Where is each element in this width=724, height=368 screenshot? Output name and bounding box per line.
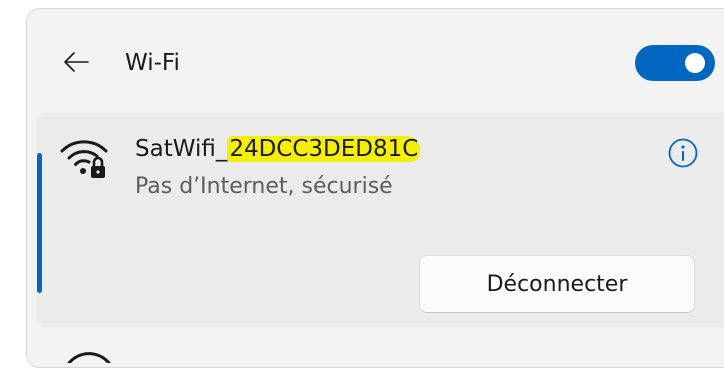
network-item-connected[interactable]: SatWifi_24DCC3DED81C Pas d’Internet, séc… <box>37 113 724 327</box>
page-title: Wi-Fi <box>125 50 180 76</box>
back-button[interactable] <box>59 45 93 79</box>
info-icon <box>668 138 698 168</box>
arrow-left-icon <box>64 52 89 72</box>
wifi-secured-icon <box>60 140 108 178</box>
wifi-toggle[interactable] <box>635 45 715 81</box>
ssid-prefix: SatWifi_ <box>135 136 228 162</box>
wifi-icon <box>67 352 111 363</box>
network-status: Pas d’Internet, sécurisé <box>135 174 393 199</box>
active-indicator <box>37 153 42 293</box>
disconnect-button[interactable]: Déconnecter <box>419 255 695 313</box>
wifi-header: Wi-Fi <box>27 9 724 113</box>
toggle-knob <box>685 53 705 73</box>
ssid-highlighted: 24DCC3DED81C <box>227 136 421 162</box>
network-ssid: SatWifi_24DCC3DED81C <box>135 135 421 163</box>
wifi-flyout: Wi-Fi SatWifi_24DCC3DED81C Pas d’Interne… <box>26 8 724 368</box>
network-properties-button[interactable] <box>667 137 699 169</box>
